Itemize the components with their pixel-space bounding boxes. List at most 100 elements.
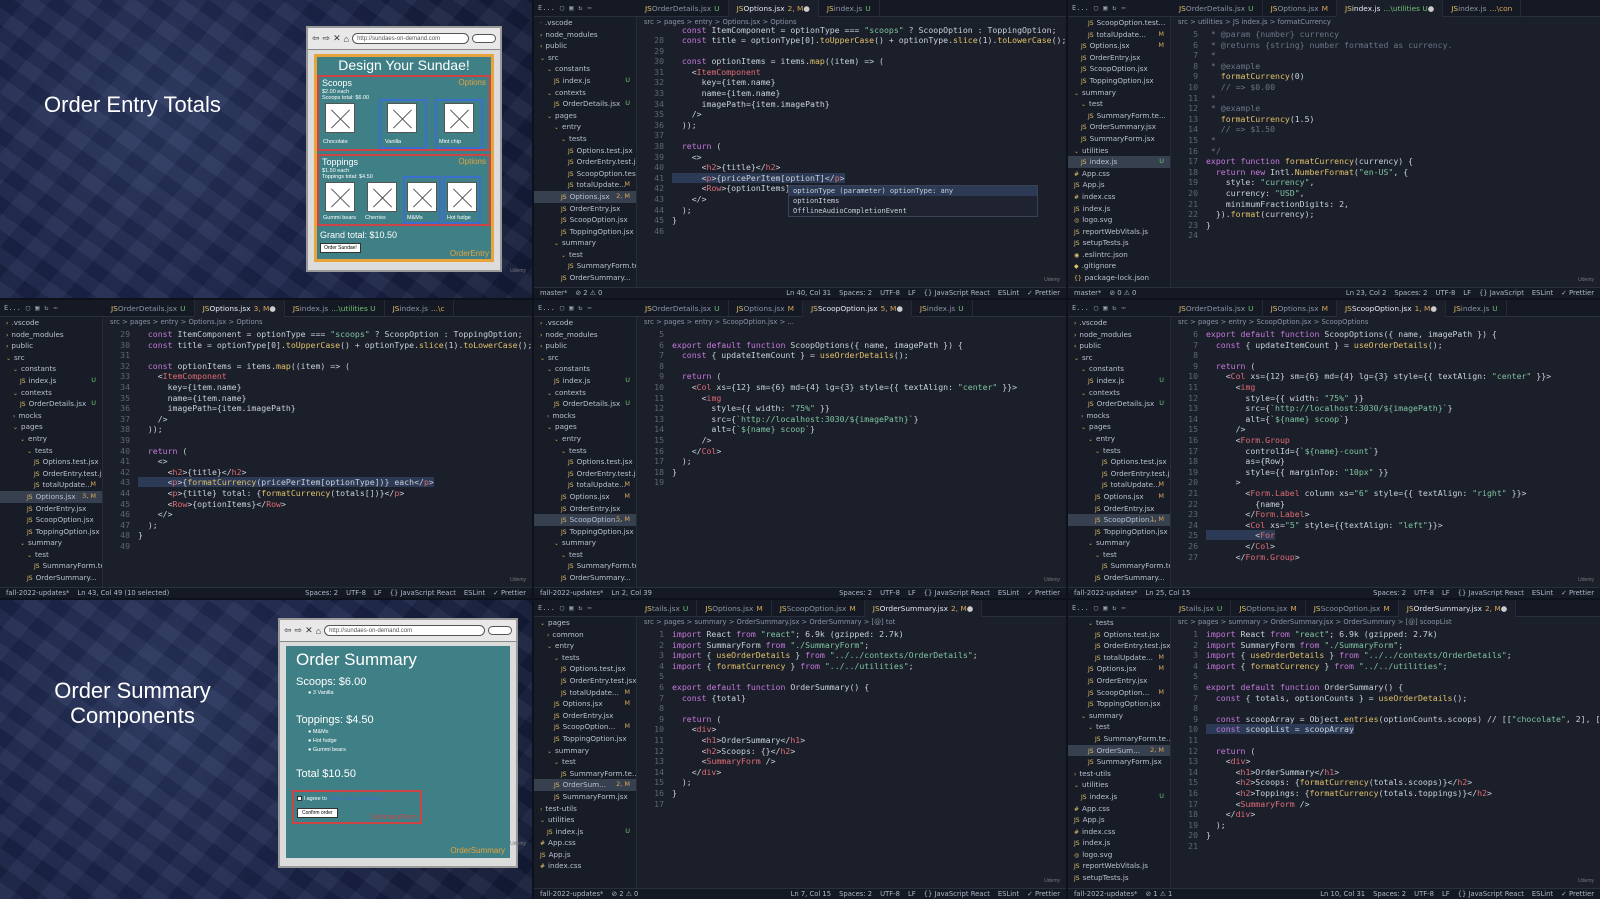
explorer-item[interactable]: JS ScoopOption.jsx (1068, 63, 1170, 75)
breadcrumb[interactable]: src > utilities > JS index.js > formatCu… (1172, 17, 1600, 28)
more-icon[interactable]: ⋯ (588, 4, 592, 12)
editor-tab[interactable]: JS OrderDetails.jsx U (637, 0, 729, 17)
status-item[interactable]: ⊘ 0 ⚠ 0 (1109, 289, 1136, 297)
explorer-item[interactable]: JS ScoopOption... M (534, 721, 636, 733)
explorer-item[interactable]: ⌄ tests (534, 652, 636, 664)
explorer-item[interactable]: ⌄ contexts (0, 387, 102, 399)
files-icon[interactable]: E... (1072, 604, 1089, 612)
explorer-item[interactable]: JSScoopOption.test... (1068, 17, 1170, 29)
editor-tab[interactable]: JS OrderDetails.jsx U (1171, 0, 1263, 17)
status-item[interactable]: LF (908, 589, 916, 597)
explorer-item[interactable]: ⌄ contexts (534, 87, 636, 99)
explorer-item[interactable]: JS App.js (1068, 179, 1170, 191)
status-item[interactable]: fall-2022-updates* (540, 589, 603, 597)
status-item[interactable]: Spaces: 2 (305, 589, 338, 597)
status-item[interactable]: ✓ Prettier (1027, 890, 1060, 898)
status-item[interactable]: Ln 7, Col 15 (791, 890, 832, 898)
explorer-item[interactable]: JS ToppingOption.jsx (534, 733, 636, 745)
explorer-item[interactable]: JSSummaryForm.te... (1068, 110, 1170, 122)
editor-tab[interactable]: JS index.js ...\con (1443, 0, 1522, 17)
explorer-item[interactable]: JS Options.test.jsx (1068, 629, 1170, 641)
explorer-item[interactable]: JSOrderEntry.test.jsx (1068, 640, 1170, 652)
new-file-icon[interactable]: ▢ (1094, 604, 1098, 612)
status-item[interactable]: {} JavaScript React (1458, 589, 1524, 597)
code-editor[interactable]: src > pages > entry > ScoopOption.jsx > … (1172, 317, 1600, 587)
explorer-item[interactable]: JS ToppingOption.jsx (1068, 75, 1170, 87)
explorer-item[interactable]: ⌄ src (1068, 352, 1170, 364)
status-item[interactable]: UTF-8 (880, 890, 900, 898)
explorer-item[interactable]: › common (534, 629, 636, 641)
status-item[interactable]: Spaces: 2 (1394, 289, 1427, 297)
more-icon[interactable]: ⋯ (1122, 304, 1126, 312)
explorer-item[interactable]: JS totalUpdate... M (1068, 29, 1170, 41)
explorer-item[interactable]: ⌄ entry (534, 640, 636, 652)
editor-tab[interactable]: JS Options.jsx M (1231, 600, 1306, 617)
status-item[interactable]: {} JavaScript React (1458, 890, 1524, 898)
status-item[interactable]: ✓ Prettier (1561, 289, 1594, 297)
explorer-item[interactable]: ⌄ test (1068, 549, 1170, 561)
explorer-item[interactable]: JSOrderEntry.test.jsx (534, 468, 636, 480)
explorer-item[interactable]: ⌄ tests (0, 445, 102, 457)
status-item[interactable]: {} JavaScript React (924, 890, 990, 898)
explorer-item[interactable]: # App.css (1068, 803, 1170, 815)
new-file-icon[interactable]: ▢ (560, 304, 564, 312)
explorer-item[interactable]: JS Options.test.jsx (534, 145, 636, 157)
explorer-item[interactable]: JS ScoopOption.jsx (534, 214, 636, 226)
explorer-item[interactable]: JS Options.jsx M (534, 698, 636, 710)
explorer-item[interactable]: JS ToppingOption.jsx (534, 226, 636, 238)
status-item[interactable]: {} JavaScript (1479, 289, 1524, 297)
more-icon[interactable]: ⋯ (588, 304, 592, 312)
explorer-item[interactable]: › test-utils (534, 803, 636, 815)
explorer-item[interactable]: ⌄ entry (534, 121, 636, 133)
explorer-item[interactable]: › mocks (534, 410, 636, 422)
status-item[interactable]: LF (1442, 589, 1450, 597)
editor-tab[interactable]: JS Options.jsx M (697, 600, 772, 617)
explorer-item[interactable]: # index.css (1068, 191, 1170, 203)
status-item[interactable]: ESLint (998, 289, 1019, 297)
close-tab-icon[interactable]: ● (967, 604, 973, 613)
explorer-item[interactable]: ⌄ tests (1068, 445, 1170, 457)
explorer-item[interactable]: › .vscode (0, 317, 102, 329)
editor-tab[interactable]: JS Options.jsx M (729, 300, 803, 317)
explorer-item[interactable]: {} package-lock.json (1068, 272, 1170, 284)
new-folder-icon[interactable]: ▣ (569, 304, 573, 312)
code-area[interactable]: 29 const ItemComponent = optionType === … (104, 329, 532, 587)
status-item[interactable]: ✓ Prettier (1027, 589, 1060, 597)
explorer-item[interactable]: JS totalUpdate... M (0, 479, 102, 491)
explorer-item[interactable]: ⌄ summary (1068, 537, 1170, 549)
explorer-item[interactable]: JS OrderDetails.jsx U (1068, 398, 1170, 410)
editor-tab[interactable]: JS Options.jsx 2, M ● (728, 0, 819, 17)
explorer-item[interactable]: JS Options.jsx 3, M (0, 490, 102, 503)
explorer-item[interactable]: JS Options.test.jsx (0, 456, 102, 468)
explorer-item[interactable]: ⌄ entry (0, 433, 102, 445)
breadcrumb[interactable]: src > pages > entry > Options.jsx > Opti… (104, 317, 532, 328)
explorer-item[interactable]: › node_modules (1068, 329, 1170, 341)
refresh-icon[interactable]: ↻ (1112, 604, 1116, 612)
new-folder-icon[interactable]: ▣ (35, 304, 39, 312)
status-item[interactable]: Spaces: 2 (839, 589, 872, 597)
editor-tab[interactable]: JS index.js U (912, 300, 973, 317)
status-item[interactable]: ✓ Prettier (1561, 589, 1594, 597)
explorer-item[interactable]: JS App.js (1068, 814, 1170, 826)
explorer-item[interactable]: ⌄ tests (1068, 617, 1170, 629)
status-item[interactable]: {} JavaScript React (924, 289, 990, 297)
explorer-item[interactable]: JS totalUpdate... M (1068, 652, 1170, 664)
status-item[interactable]: UTF-8 (1414, 890, 1434, 898)
code-area[interactable]: const ItemComponent = optionType === "sc… (638, 25, 1066, 287)
refresh-icon[interactable]: ↻ (578, 604, 582, 612)
refresh-icon[interactable]: ↻ (578, 4, 582, 12)
close-tab-icon[interactable]: ● (896, 304, 902, 313)
refresh-icon[interactable]: ↻ (1112, 4, 1116, 12)
explorer-item[interactable]: › mocks (0, 410, 102, 422)
status-item[interactable]: Spaces: 2 (1373, 589, 1406, 597)
explorer-item[interactable]: › public (534, 340, 636, 352)
files-icon[interactable]: E... (1072, 4, 1089, 12)
explorer-item[interactable]: › test-utils (1068, 768, 1170, 780)
status-item[interactable]: ⊘ 2 ⚠ 0 (575, 289, 602, 297)
editor-tab[interactable]: JS tails.jsx U (1171, 600, 1232, 617)
explorer-item[interactable]: JSScoopOption.test... (534, 168, 636, 180)
explorer-item[interactable]: JS OrderSummary... (534, 572, 636, 584)
explorer-item[interactable]: JS ScoopOption... 5, M (534, 514, 636, 526)
explorer-item[interactable]: ◆ .gitignore (1068, 260, 1170, 272)
editor-tab[interactable]: JS OrderSummary.jsx 2, M ● (864, 600, 983, 617)
